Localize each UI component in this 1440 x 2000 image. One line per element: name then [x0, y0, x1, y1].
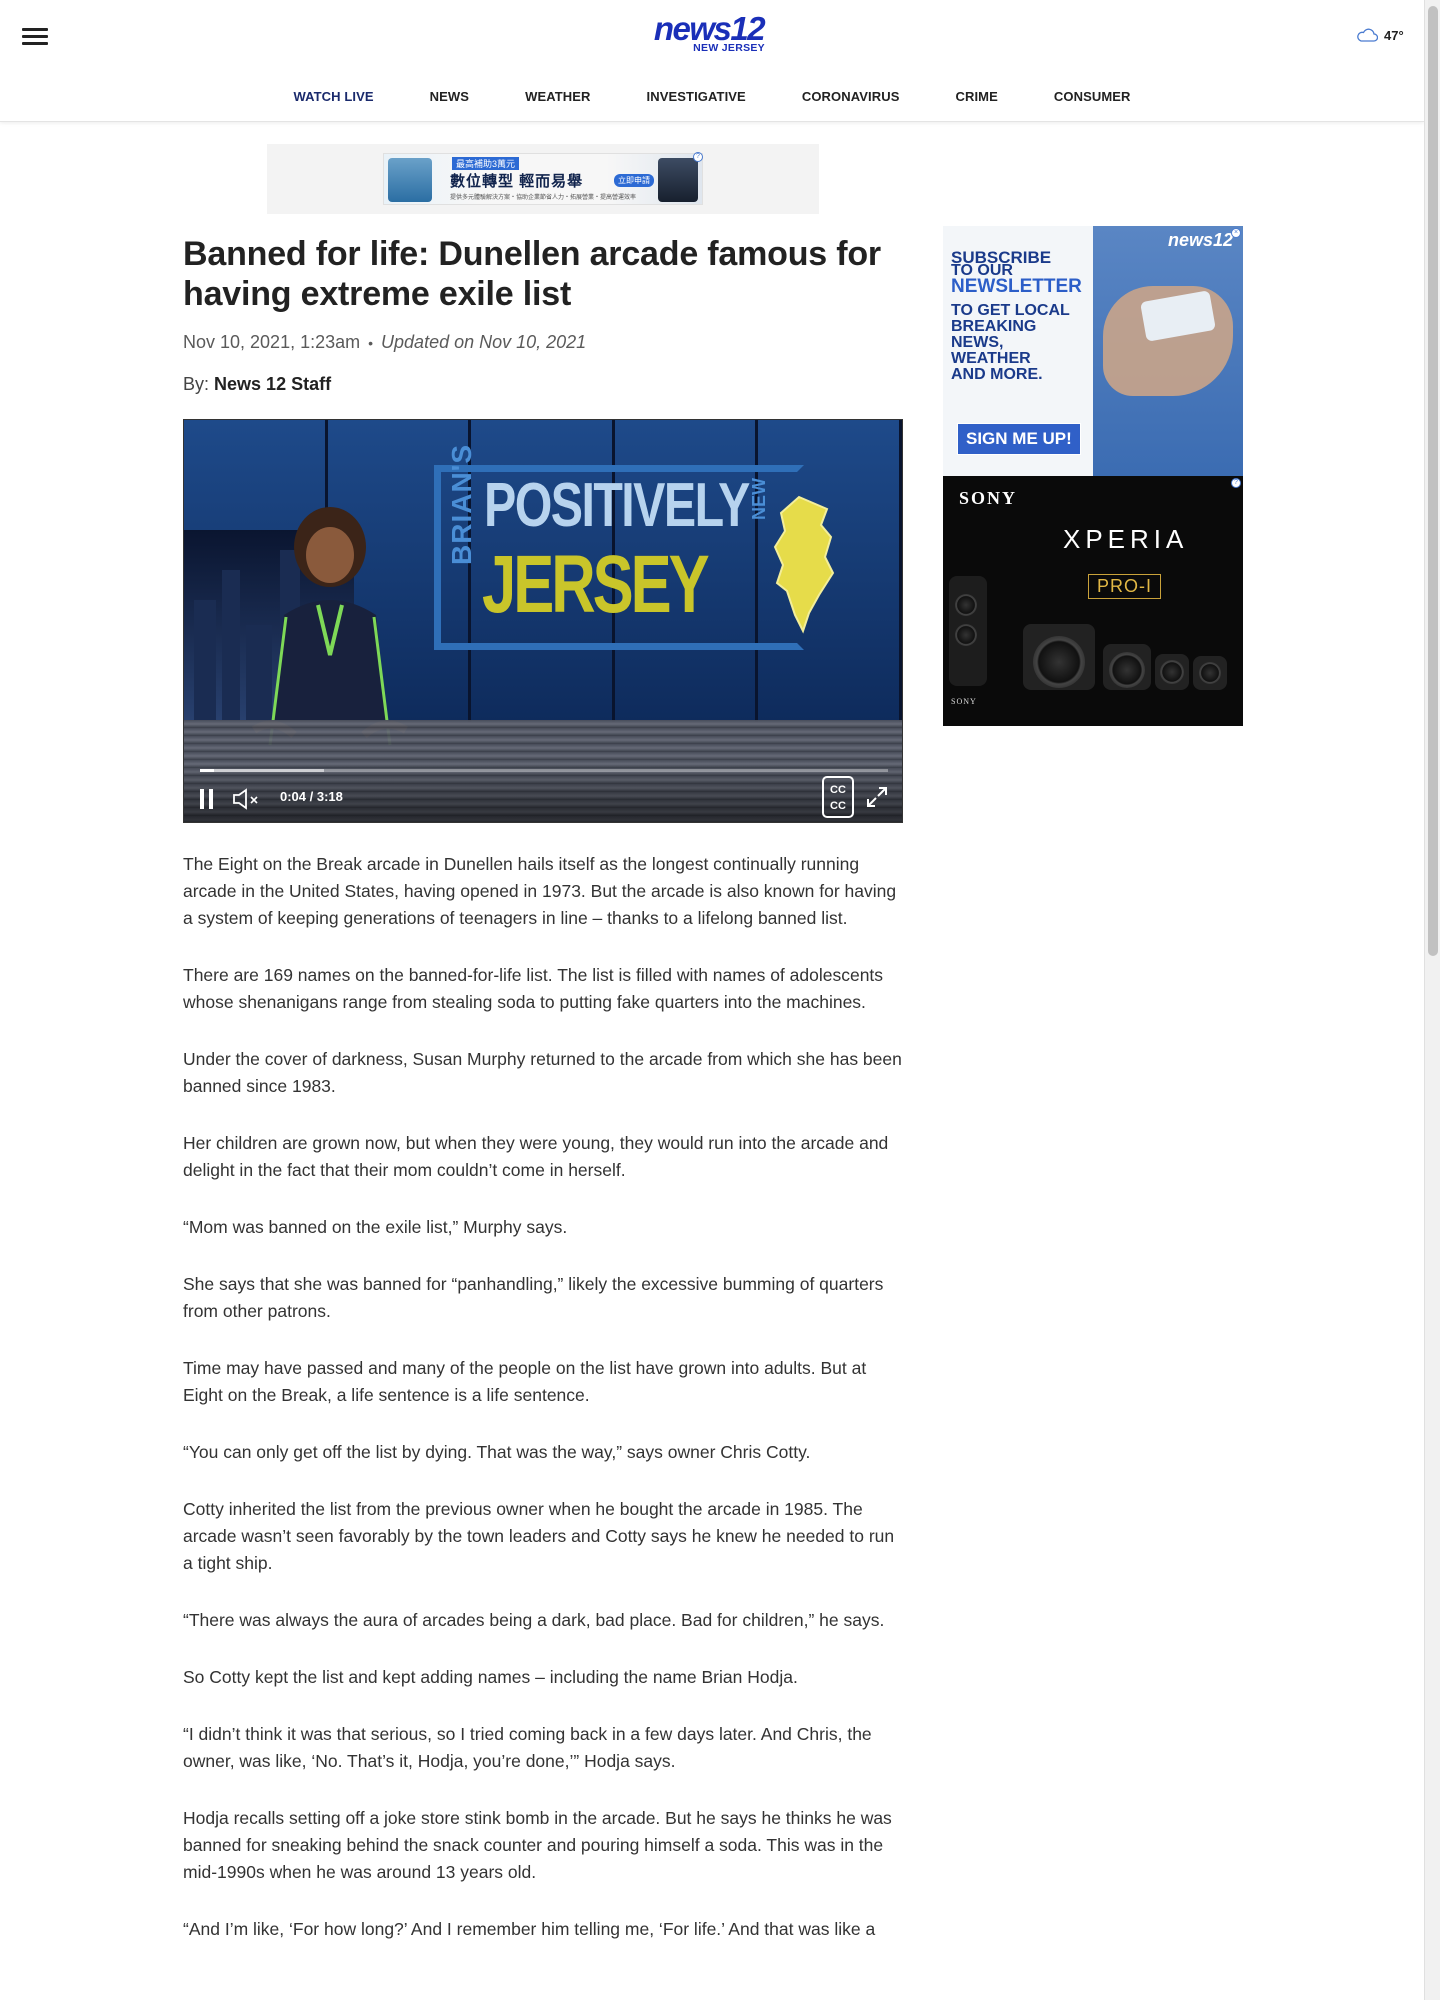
nav-news[interactable]: NEWS: [402, 86, 497, 108]
article-paragraph: Under the cover of darkness, Susan Murph…: [183, 1049, 902, 1096]
article-paragraph: Cotty inherited the list from the previo…: [183, 1499, 895, 1573]
sign-me-up-button[interactable]: SIGN ME UP!: [957, 423, 1081, 455]
nav-weather[interactable]: WEATHER: [497, 86, 618, 108]
camera-lens-image: [1033, 636, 1085, 688]
article-body: The Eight on the Break arcade in Dunelle…: [183, 851, 903, 1973]
ad-person-image: [658, 158, 698, 202]
article-paragraph: Time may have passed and many of the peo…: [183, 1358, 867, 1405]
article-paragraph: “Mom was banned on the exile list,” Murp…: [183, 1217, 568, 1237]
pause-icon[interactable]: [198, 788, 216, 810]
article-paragraph: “And I’m like, ‘For how long?’ And I rem…: [183, 1919, 876, 1939]
video-buffered: [200, 769, 324, 772]
camera-lens-image: [955, 624, 977, 646]
closed-captions-icon[interactable]: CC CC: [822, 776, 854, 818]
byline-label: By:: [183, 374, 210, 394]
article-paragraph: “You can only get off the list by dying.…: [183, 1442, 811, 1462]
top-banner-ad[interactable]: 最高補助3萬元 數位轉型 輕而易舉 立即申請 提供多元體驗解決方案・協助企業節省…: [267, 144, 819, 214]
show-logo-new: NEW: [749, 478, 769, 520]
ad-footnote: 提供多元體驗解決方案・協助企業節省人力・拓展營業・提高營運效率: [450, 195, 637, 201]
newsletter-line: AND MORE.: [951, 366, 1043, 383]
video-player[interactable]: BRIAN'S POSITIVELY JERSEY NEW 0:04 / 3:1…: [183, 419, 903, 823]
nav-investigative[interactable]: INVESTIGATIVE: [619, 86, 774, 108]
article-meta: Nov 10, 2021, 1:23am • Updated on Nov 10…: [183, 332, 903, 353]
ad-tag: 最高補助3萬元: [452, 157, 520, 170]
ad-close-icon[interactable]: ×: [1231, 228, 1241, 238]
meta-separator: •: [368, 334, 374, 351]
article-paragraph: She says that she was banned for “panhan…: [183, 1274, 884, 1321]
show-logo-jersey: JERSEY: [482, 539, 710, 630]
ad-info-icon[interactable]: ?: [693, 152, 703, 162]
video-progress-bar[interactable]: [200, 769, 888, 772]
main-nav: WATCH LIVE NEWS WEATHER INVESTIGATIVE CO…: [0, 86, 1424, 108]
menu-icon[interactable]: [22, 28, 48, 48]
sony-brand: SONY: [959, 488, 1018, 508]
article-paragraph: “I didn’t think it was that serious, so …: [183, 1724, 872, 1771]
cloud-icon: [1357, 28, 1378, 42]
new-jersey-map-icon: [773, 495, 835, 634]
article-paragraph: Hodja recalls setting off a joke store s…: [183, 1808, 892, 1882]
updated-date: Updated on Nov 10, 2021: [381, 332, 587, 352]
scrollbar-thumb[interactable]: [1428, 6, 1438, 956]
nav-coronavirus[interactable]: CORONAVIRUS: [774, 86, 928, 108]
fullscreen-icon[interactable]: [866, 786, 888, 808]
top-ad-creative[interactable]: 最高補助3萬元 數位轉型 輕而易舉 立即申請 提供多元體驗解決方案・協助企業節省…: [383, 153, 703, 205]
nav-watch-live[interactable]: WATCH LIVE: [265, 86, 401, 108]
mute-icon[interactable]: [232, 788, 262, 810]
site-logo[interactable]: news12 NEW JERSEY: [651, 10, 767, 58]
article-header: Banned for life: Dunellen arcade famous …: [183, 234, 903, 395]
site-header: news12 NEW JERSEY 47° WATCH LIVE NEWS WE…: [0, 0, 1424, 122]
ad-apply-button[interactable]: 立即申請: [614, 174, 654, 187]
camera-lens-image: [1199, 662, 1221, 684]
article-paragraph: “There was always the aura of arcades be…: [183, 1610, 885, 1630]
ad-info-icon[interactable]: ?: [1231, 478, 1241, 488]
camera-lens-image: [1109, 652, 1145, 688]
article-paragraph: The Eight on the Break arcade in Dunelle…: [183, 854, 897, 928]
xperia-product: XPERIA: [1063, 524, 1189, 554]
svg-text:CC: CC: [830, 800, 846, 812]
page-scrollbar[interactable]: [1424, 0, 1440, 2000]
weather-widget[interactable]: 47°: [1356, 25, 1404, 45]
nav-crime[interactable]: CRIME: [927, 86, 1025, 108]
sony-xperia-ad[interactable]: SONY XPERIA PRO-I SONY ?: [943, 476, 1243, 726]
show-logo-positively: POSITIVELY: [484, 471, 750, 540]
sony-footer-brand: SONY: [951, 697, 977, 706]
svg-text:CC: CC: [830, 784, 846, 796]
newsletter-ad-brand: news12: [1167, 230, 1233, 250]
logo-wordmark: news12: [653, 10, 766, 47]
show-logo-brians: BRIAN'S: [446, 444, 477, 565]
ad-title: 數位轉型 輕而易舉: [450, 173, 584, 190]
article-paragraph: Her children are grown now, but when the…: [183, 1133, 889, 1180]
article-headline: Banned for life: Dunellen arcade famous …: [183, 235, 881, 313]
publish-date: Nov 10, 2021, 1:23am: [183, 332, 361, 352]
nav-consumer[interactable]: CONSUMER: [1026, 86, 1159, 108]
pro-i-badge: PRO-I: [1088, 574, 1162, 599]
video-time: 0:04 / 3:18: [280, 789, 343, 804]
article-paragraph: So Cotty kept the list and kept adding n…: [183, 1667, 798, 1687]
article-paragraph: There are 169 names on the banned-for-li…: [183, 965, 884, 1012]
weather-temperature: 47°: [1384, 27, 1404, 43]
byline: By: News 12 Staff: [183, 374, 903, 395]
newsletter-line: NEWSLETTER: [951, 276, 1082, 297]
newsletter-ad[interactable]: news12 SUBSCRIBE TO OUR NEWSLETTER TO GE…: [943, 226, 1243, 476]
author-name[interactable]: News 12 Staff: [214, 374, 331, 394]
camera-lens-image: [955, 594, 977, 616]
video-played: [200, 769, 215, 772]
camera-lens-image: [1160, 660, 1184, 684]
ad-people-image: [388, 158, 432, 202]
